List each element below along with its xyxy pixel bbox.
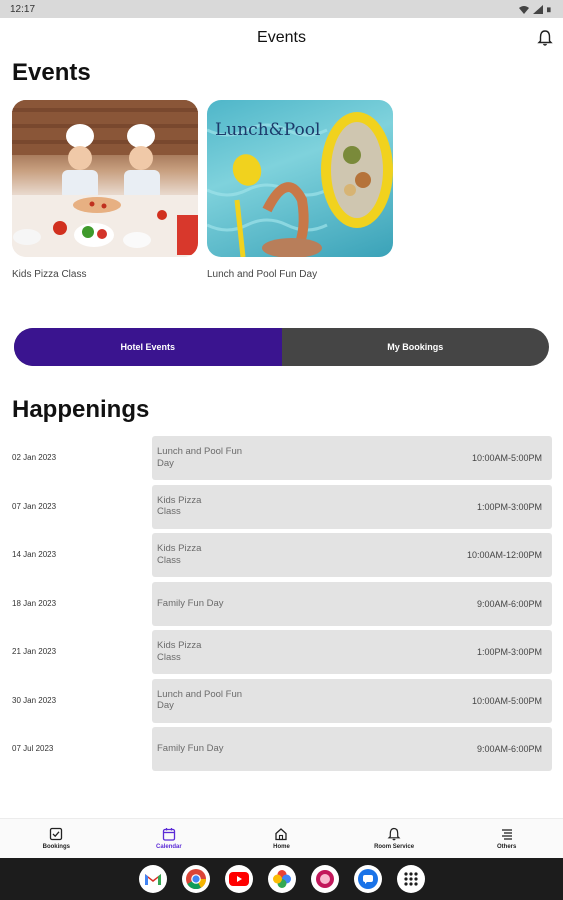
happening-date: 14 Jan 2023 [12,550,57,559]
nav-home[interactable]: Home [225,819,338,858]
app-bar-title: Events [257,29,306,46]
battery-icon [547,6,551,12]
happening-date: 02 Jan 2023 [12,453,57,462]
calendar-icon [162,828,176,841]
happening-date: 30 Jan 2023 [12,695,57,705]
happening-time: 10:00AM-5:00PM [471,453,542,463]
happening-row[interactable]: 14 Jan 2023 Kids Pizza Class 10:00AM-12:… [0,533,563,582]
event-card-label: Lunch and Pool Fun Day [207,269,318,280]
happening-card[interactable]: Kids Pizza Class 1:00PM-3:00PM [152,630,552,674]
app-icon[interactable] [310,865,339,893]
happening-time: 10:00AM-5:00PM [471,695,542,706]
signal-icon [533,4,543,14]
nav-label: Room Service [374,844,415,850]
nav-others[interactable]: Others [450,819,563,858]
event-card-lunch-pool[interactable]: Lunch&Pool Lunch and Pool Fun Day [207,100,393,280]
wifi-icon [519,5,529,14]
happening-name: Kids Pizza Class [157,640,202,663]
nav-label: Others [497,844,517,850]
happening-name: Lunch and Pool Fun Day [157,446,243,469]
happening-row[interactable]: 18 Jan 2023 Family Fun Day 9:00AM-6:00PM [0,581,563,631]
happening-name: Lunch and Pool Fun Day [157,688,243,712]
menu-icon [501,829,512,840]
happening-date: 07 Jan 2023 [12,501,57,511]
happening-date: 18 Jan 2023 [12,598,57,608]
happening-time: 1:00PM-3:00PM [476,501,542,512]
nav-room-service[interactable]: Room Service [338,819,451,858]
happening-date: 21 Jan 2023 [12,647,57,656]
happening-row[interactable]: 07 Jan 2023 Kids Pizza Class 1:00PM-3:00… [0,484,563,534]
happening-row[interactable]: 02 Jan 2023 Lunch and Pool Fun Day 10:00… [0,436,563,485]
happening-row[interactable]: 07 Jul 2023 Family Fun Day 9:00AM-6:00PM [0,727,563,776]
happening-card[interactable]: Lunch and Pool Fun Day 10:00AM-5:00PM [152,678,552,723]
happening-name: Family Fun Day [157,743,224,754]
youtube-icon[interactable] [224,865,253,893]
happening-card[interactable]: Kids Pizza Class 1:00PM-3:00PM [152,484,552,529]
app-drawer-icon[interactable] [396,865,425,893]
happening-date: 07 Jul 2023 [12,744,54,753]
happening-name: Kids Pizza Class [157,494,202,518]
nav-bookings[interactable]: Bookings [0,819,113,858]
bottom-navigation: Bookings Calendar Home Room Service Othe… [0,818,563,858]
my-bookings-tab[interactable]: My Bookings [282,328,550,366]
event-image-kids-pizza [12,100,198,257]
nav-label: Calendar [156,844,182,850]
nav-label: Home [273,844,290,850]
event-type-toggle: Hotel Events My Bookings [14,328,549,366]
gmail-icon[interactable] [138,865,167,893]
nav-label: Bookings [42,844,70,850]
notification-bell-icon[interactable] [537,29,553,47]
app-bar: Events [0,18,563,58]
messages-icon[interactable] [353,865,382,893]
checkbox-icon [50,827,63,841]
happening-time: 9:00AM-6:00PM [476,598,542,609]
event-image-lunch-pool: Lunch&Pool [207,100,393,257]
happening-row[interactable]: 30 Jan 2023 Lunch and Pool Fun Day 10:00… [0,678,563,728]
status-bar: 12:17 [0,0,563,18]
poster-title: Lunch&Pool [215,120,321,140]
happening-row[interactable]: 21 Jan 2023 Kids Pizza Class 1:00PM-3:00… [0,630,563,679]
home-icon [275,828,288,841]
happening-time: 1:00PM-3:00PM [476,647,542,657]
status-time: 12:17 [10,3,36,15]
happening-time: 10:00AM-12:00PM [466,550,542,560]
happening-name: Kids Pizza Class [157,543,202,566]
events-heading: Events [12,59,91,86]
happening-card[interactable]: Kids Pizza Class 10:00AM-12:00PM [152,533,552,577]
hotel-events-tab[interactable]: Hotel Events [14,328,282,366]
happening-card[interactable]: Family Fun Day 9:00AM-6:00PM [152,727,552,771]
happening-card[interactable]: Lunch and Pool Fun Day 10:00AM-5:00PM [152,436,552,480]
photos-icon[interactable] [267,865,296,893]
event-cards: Kids Pizza Class Lunch&Pool Lunch and Po… [12,100,393,280]
chrome-icon[interactable] [181,865,210,893]
bell-icon [387,827,401,841]
happenings-heading: Happenings [12,396,150,423]
happening-time: 9:00AM-6:00PM [476,744,542,754]
nav-calendar[interactable]: Calendar [113,819,226,858]
event-card-label: Kids Pizza Class [12,269,87,280]
happening-name: Family Fun Day [157,597,224,609]
event-card-kids-pizza[interactable]: Kids Pizza Class [12,100,198,280]
happenings-list: 02 Jan 2023 Lunch and Pool Fun Day 10:00… [0,436,563,776]
happening-card[interactable]: Family Fun Day 9:00AM-6:00PM [152,581,552,626]
system-dock [0,858,563,900]
